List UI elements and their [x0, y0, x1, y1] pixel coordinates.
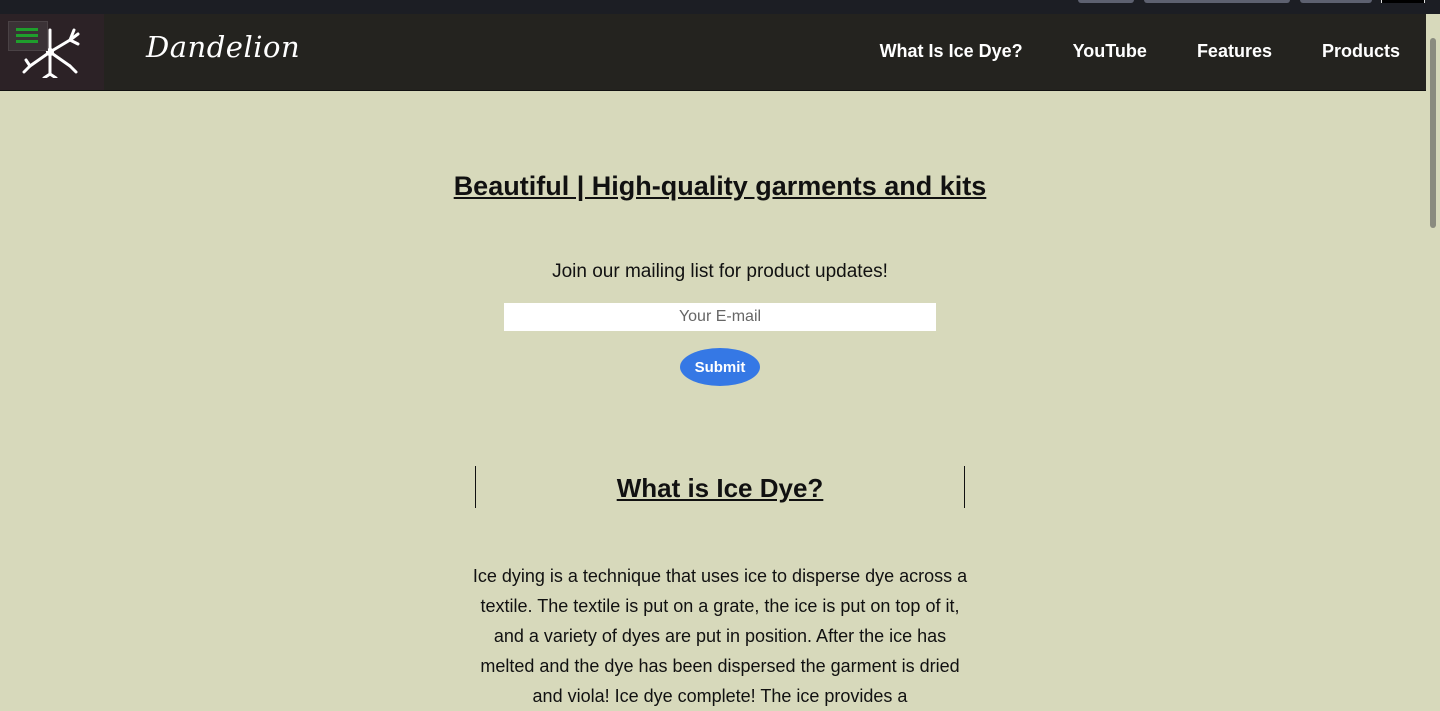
toolbar-tab[interactable]	[1381, 0, 1425, 3]
brand-name[interactable]: Dandelion	[146, 30, 300, 64]
section-title: What is Ice Dye?	[616, 473, 824, 503]
section-header-box: What is Ice Dye?	[475, 466, 965, 508]
hamburger-menu-icon[interactable]	[8, 21, 48, 51]
section-body: Ice dying is a technique that uses ice t…	[472, 566, 968, 706]
submit-button[interactable]: Submit	[680, 348, 760, 386]
mailing-list-prompt: Join our mailing list for product update…	[552, 261, 888, 282]
browser-top-strip	[0, 0, 1440, 15]
toolbar-tab[interactable]	[1144, 0, 1290, 3]
toolbar-tab[interactable]	[1300, 0, 1372, 3]
nav-link-youtube[interactable]: YouTube	[1073, 41, 1147, 62]
hero-title: Beautiful | High-quality garments and ki…	[453, 171, 987, 201]
nav-link-products[interactable]: Products	[1322, 41, 1400, 62]
nav-links: What Is Ice Dye? YouTube Features Produc…	[880, 41, 1400, 62]
navbar: Dandelion What Is Ice Dye? YouTube Featu…	[0, 14, 1426, 91]
nav-link-what-is-ice-dye[interactable]: What Is Ice Dye?	[880, 41, 1023, 62]
nav-link-features[interactable]: Features	[1197, 41, 1272, 62]
email-field[interactable]	[504, 303, 936, 331]
toolbar-tab[interactable]	[1078, 0, 1134, 3]
page-scrollbar[interactable]	[1426, 14, 1440, 709]
